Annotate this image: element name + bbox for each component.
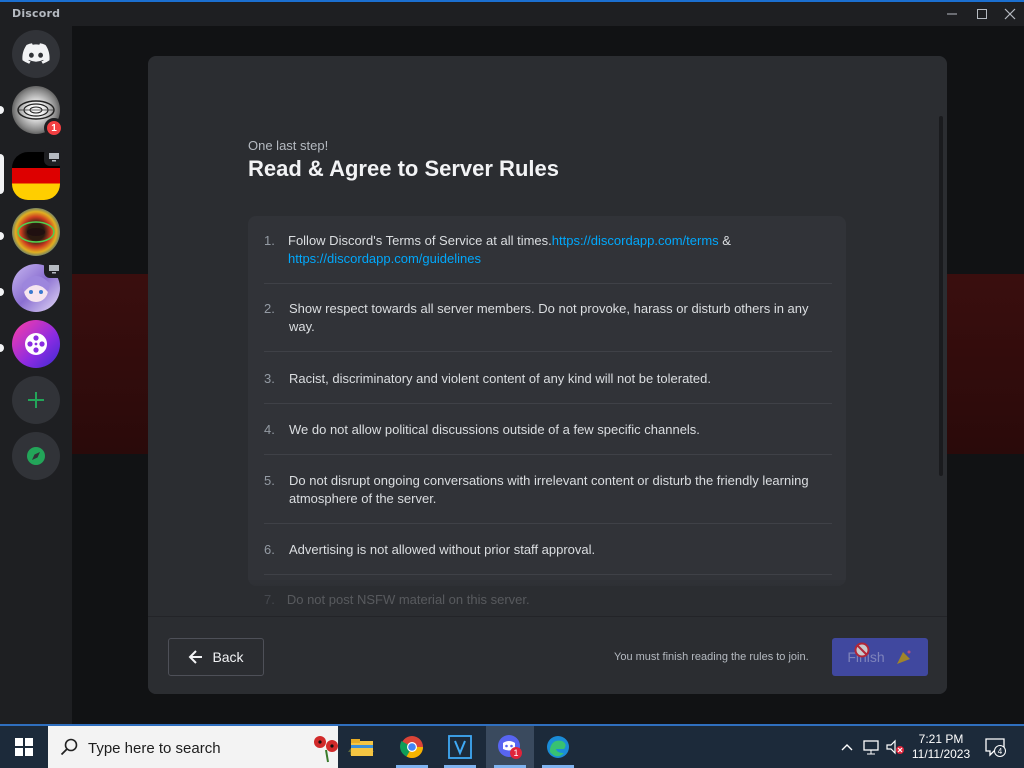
- rule-item-partial: 7. Do not post NSFW material on this serv…: [264, 592, 530, 607]
- selected-indicator: [0, 154, 4, 194]
- rules-modal: One last step! Read & Agree to Server Ru…: [148, 56, 947, 694]
- minimize-icon: [947, 13, 957, 15]
- rule-item: 2. Show respect towards all server membe…: [264, 300, 832, 352]
- scrollbar[interactable]: [939, 116, 943, 476]
- server-web[interactable]: 1: [12, 86, 64, 138]
- home-button[interactable]: [12, 30, 60, 78]
- not-allowed-icon: [854, 642, 870, 658]
- modal-eyebrow: One last step!: [248, 138, 329, 153]
- system-clock[interactable]: 7:21 PM 11/11/2023: [898, 732, 984, 762]
- start-button[interactable]: [0, 726, 48, 768]
- discord-logo-icon: [22, 43, 50, 64]
- v-app-icon: [448, 735, 472, 759]
- clock-date: 11/11/2023: [911, 747, 971, 761]
- terms-link[interactable]: https://discordapp.com/terms: [552, 233, 719, 248]
- network-button[interactable]: [860, 726, 882, 768]
- discord-taskbar-badge: 1: [513, 748, 518, 758]
- close-icon: [1004, 8, 1016, 20]
- rule-number: 3.: [264, 371, 275, 386]
- rule-text: Follow Discord's Terms of Service at all…: [288, 233, 552, 248]
- explore-servers-button[interactable]: [12, 432, 60, 480]
- taskbar: Type here to search 1 7:21 PM 11/11/2023…: [0, 724, 1024, 768]
- unread-indicator: [0, 288, 4, 296]
- rule-text: We do not allow political discussions ou…: [289, 422, 700, 437]
- notification-count: 4: [998, 747, 1003, 756]
- finish-hint: You must finish reading the rules to joi…: [614, 651, 809, 663]
- edge-icon: [547, 736, 569, 758]
- modal-footer: Back You must finish reading the rules t…: [148, 616, 947, 694]
- colorful-torus-avatar: [12, 208, 60, 256]
- back-label: Back: [212, 649, 244, 665]
- network-icon: [863, 740, 879, 755]
- rule-text: Show respect towards all server members.…: [289, 301, 809, 334]
- edge-button[interactable]: [534, 726, 582, 768]
- torus-icon: [17, 221, 55, 243]
- minimize-button[interactable]: [936, 2, 968, 26]
- rule-number: 4.: [264, 422, 275, 437]
- rule-text: Do not disrupt ongoing conversations wit…: [289, 473, 809, 506]
- discord-taskbar-button[interactable]: 1: [486, 726, 534, 768]
- file-explorer-button[interactable]: [338, 726, 386, 768]
- screen-share-icon: [44, 148, 64, 166]
- rule-number: 6.: [264, 542, 275, 557]
- notification-center-icon: 4: [985, 738, 1006, 757]
- compass-icon: [27, 447, 45, 465]
- add-server-circle: [12, 376, 60, 424]
- unread-indicator: [0, 344, 4, 352]
- rule-number: 5.: [264, 473, 275, 488]
- finish-button[interactable]: Finish: [832, 638, 928, 676]
- unread-indicator: [0, 106, 4, 114]
- discord-icon: 1: [498, 735, 522, 759]
- rule-number: 7.: [264, 592, 275, 607]
- film-reel-avatar: [12, 320, 60, 368]
- modal-title: Read & Agree to Server Rules: [248, 156, 559, 181]
- server-colorful[interactable]: [12, 208, 60, 256]
- maximize-icon: [977, 9, 987, 19]
- film-reel-icon: [25, 333, 47, 355]
- rule-number: 1.: [264, 233, 275, 248]
- windows-logo-icon: [15, 738, 33, 756]
- rule-text: Do not post NSFW material on this server…: [286, 592, 530, 607]
- search-placeholder: Type here to search: [88, 740, 221, 757]
- close-button[interactable]: [994, 2, 1024, 26]
- chevron-up-icon: [841, 744, 853, 751]
- rule-joiner: &: [718, 233, 731, 248]
- rule-item: 5. Do not disrupt ongoing conversations …: [264, 472, 832, 524]
- server-germany[interactable]: [12, 148, 64, 200]
- rule-text: Advertising is not allowed without prior…: [289, 542, 596, 557]
- rule-item: 4. We do not allow political discussions…: [264, 421, 832, 455]
- back-button[interactable]: Back: [168, 638, 264, 676]
- tray-overflow-button[interactable]: [836, 726, 858, 768]
- explore-circle: [12, 432, 60, 480]
- screen-share-icon: [44, 260, 64, 278]
- guidelines-link[interactable]: https://discordapp.com/guidelines: [288, 251, 481, 266]
- clock-time: 7:21 PM: [918, 732, 964, 746]
- modal-scroll-area[interactable]: One last step! Read & Agree to Server Ru…: [148, 56, 947, 616]
- arrow-left-icon: [189, 650, 203, 664]
- title-bar: Discord: [0, 2, 1024, 26]
- v-app-button[interactable]: [436, 726, 484, 768]
- home-guild-icon: [12, 30, 60, 78]
- party-popper-icon: [896, 650, 911, 664]
- rule-item: 6. Advertising is not allowed without pr…: [264, 541, 832, 575]
- chrome-icon: [400, 736, 423, 758]
- folder-icon: [351, 739, 373, 756]
- taskbar-search[interactable]: Type here to search: [48, 726, 374, 768]
- rule-text: Racist, discriminatory and violent conte…: [289, 371, 711, 386]
- unread-indicator: [0, 232, 4, 240]
- server-video[interactable]: [12, 320, 60, 368]
- notifications-button[interactable]: 4: [980, 726, 1010, 768]
- search-icon: [60, 738, 78, 756]
- server-sidebar: 1: [0, 26, 72, 724]
- plus-icon: [28, 392, 44, 408]
- add-server-button[interactable]: [12, 376, 60, 424]
- rule-item: 1. Follow Discord's Terms of Service at …: [264, 232, 832, 284]
- rules-list: 1. Follow Discord's Terms of Service at …: [248, 216, 846, 586]
- mention-badge: 1: [44, 118, 64, 138]
- app-title: Discord: [12, 7, 61, 20]
- rule-number: 2.: [264, 301, 275, 316]
- rule-item: 3. Racist, discriminatory and violent co…: [264, 370, 832, 404]
- chrome-button[interactable]: [388, 726, 436, 768]
- server-anime[interactable]: [12, 260, 64, 312]
